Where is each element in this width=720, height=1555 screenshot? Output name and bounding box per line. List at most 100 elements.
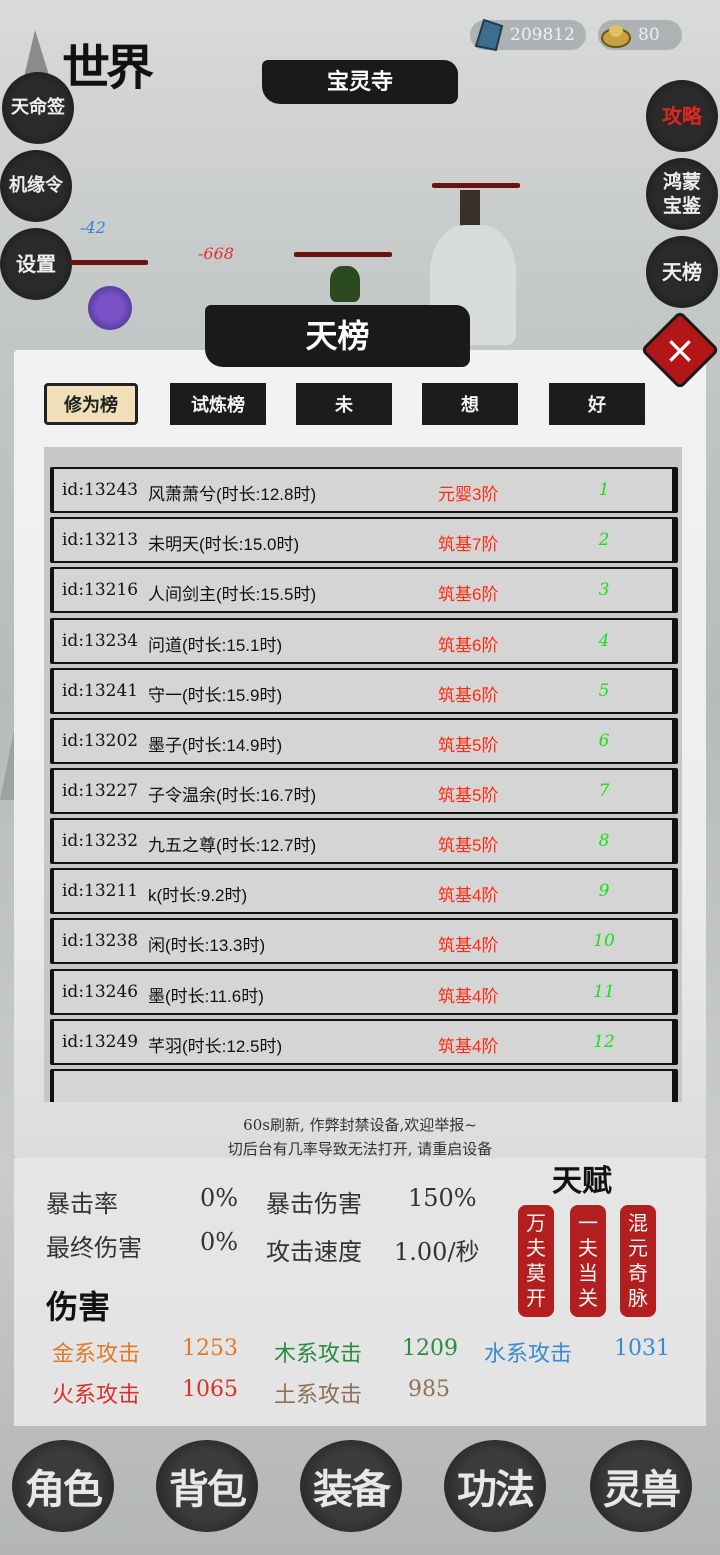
player-id: id:13246: [62, 982, 139, 1002]
player-name: 墨(时长:11.6时): [148, 987, 264, 1006]
fate-lot-button[interactable]: 天命签: [2, 72, 74, 144]
nav-bag[interactable]: 背包: [156, 1440, 258, 1532]
rank-number: 4: [598, 631, 610, 651]
crystal-counter: 209812: [470, 18, 586, 52]
hongmeng-book-label: 鸿蒙宝鉴: [662, 171, 701, 217]
player-name: 芊羽(时长:12.5时): [148, 1037, 283, 1056]
gold-ingot-icon: [601, 25, 631, 48]
rank-number: 5: [598, 681, 610, 701]
enemy-hp-bar: [432, 183, 520, 188]
crit-rate-value: 0%: [200, 1184, 239, 1212]
crit-damage-value: 150%: [408, 1184, 477, 1212]
water-attack-label: 水系攻击: [484, 1342, 573, 1367]
nav-character[interactable]: 角色: [12, 1440, 114, 1532]
rank-number: 1: [598, 480, 610, 500]
cultivation-level: 筑基4阶: [438, 936, 499, 955]
table-row[interactable]: id:13238 闲(时长:13.3时) 筑基4阶 10: [50, 918, 678, 964]
blue-crystal-icon: [474, 18, 504, 52]
table-row[interactable]: id:13232 九五之尊(时长:12.7时) 筑基5阶 8: [50, 818, 678, 864]
rank-number: 7: [598, 781, 610, 801]
wood-attack-value: 1209: [402, 1336, 458, 1361]
player-id: id:13216: [62, 580, 139, 600]
player-id: id:13232: [62, 831, 139, 851]
close-icon: ×: [664, 328, 696, 372]
talent-item[interactable]: 一夫当关: [570, 1205, 606, 1317]
player-character: [88, 286, 132, 330]
enemy-monster: [330, 266, 360, 302]
player-id: id:13211: [62, 881, 139, 901]
opportunity-token-button[interactable]: 机缘令: [0, 150, 72, 222]
cultivation-level: 筑基5阶: [438, 836, 499, 855]
rank-number: 8: [598, 831, 610, 851]
talent-item[interactable]: 混元奇脉: [620, 1205, 656, 1317]
rank-number: 10: [593, 931, 615, 951]
player-name: 闲(时长:13.3时): [148, 936, 266, 955]
table-row[interactable]: id:13246 墨(时长:11.6时) 筑基4阶 11: [50, 969, 678, 1015]
guide-button[interactable]: 攻略: [646, 80, 718, 152]
water-attack-value: 1031: [614, 1336, 670, 1361]
cultivation-level: 筑基5阶: [438, 736, 499, 755]
tab-placeholder-2[interactable]: 想: [422, 383, 518, 425]
refresh-tip: 60s刷新, 作弊封禁设备,欢迎举报~: [243, 1116, 477, 1134]
player-id: id:13213: [62, 530, 139, 550]
location-banner[interactable]: 宝灵寺: [262, 60, 458, 104]
talent-title: 天赋: [552, 1164, 612, 1199]
talent-item[interactable]: 万夫莫开: [518, 1205, 554, 1317]
nav-skills[interactable]: 功法: [444, 1440, 546, 1532]
tab-cultivation-rank[interactable]: 修为榜: [44, 383, 138, 425]
player-id: id:13241: [62, 681, 139, 701]
player-name: 风萧萧兮(时长:12.8时): [148, 485, 317, 504]
rank-number: 12: [593, 1032, 615, 1052]
tab-placeholder-1[interactable]: 未: [296, 383, 392, 425]
damage-section-title: 伤害: [46, 1288, 111, 1326]
table-row[interactable]: id:13216 人间剑主(时长:15.5时) 筑基6阶 3: [50, 567, 678, 613]
cultivation-level: 元婴3阶: [438, 485, 499, 504]
ranking-list[interactable]: id:13243 风萧萧兮(时长:12.8时) 元婴3阶 1 id:13213 未明天(…: [44, 447, 682, 1102]
table-row[interactable]: [50, 1069, 678, 1102]
enemy-hp-bar: [70, 260, 148, 265]
rank-number: 9: [598, 881, 610, 901]
table-row[interactable]: id:13213 未明天(时长:15.0时) 筑基7阶 2: [50, 517, 678, 563]
player-id: id:13249: [62, 1032, 139, 1052]
player-name: 子令温余(时长:16.7时): [148, 786, 317, 805]
table-row[interactable]: id:13211 k(时长:9.2时) 筑基4阶 9: [50, 868, 678, 914]
crit-damage-label: 暴击伤害: [266, 1190, 362, 1218]
gold-count: 80: [638, 25, 660, 45]
cultivation-level: 筑基4阶: [438, 886, 499, 905]
metal-attack-value: 1253: [182, 1336, 238, 1361]
cultivation-level: 筑基7阶: [438, 535, 499, 554]
nav-spirit-beast[interactable]: 灵兽: [590, 1440, 692, 1532]
table-row[interactable]: id:13234 问道(时长:15.1时) 筑基6阶 4: [50, 618, 678, 664]
crit-rate-label: 暴击率: [46, 1190, 118, 1218]
cultivation-level: 筑基6阶: [438, 686, 499, 705]
player-id: id:13202: [62, 731, 139, 751]
enemy-hp-bar: [294, 252, 392, 257]
damage-number: -42: [80, 218, 106, 237]
tab-placeholder-3[interactable]: 好: [549, 383, 645, 425]
hongmeng-book-button[interactable]: 鸿蒙宝鉴: [646, 158, 718, 230]
tab-trial-rank[interactable]: 试炼榜: [170, 383, 266, 425]
table-row[interactable]: id:13227 子令温余(时长:16.7时) 筑基5阶 7: [50, 768, 678, 814]
final-damage-value: 0%: [200, 1228, 239, 1256]
attack-speed-label: 攻击速度: [266, 1238, 362, 1266]
table-row[interactable]: id:13249 芊羽(时长:12.5时) 筑基4阶 12: [50, 1019, 678, 1065]
cultivation-level: 筑基6阶: [438, 585, 499, 604]
cultivation-level: 筑基5阶: [438, 786, 499, 805]
player-id: id:13234: [62, 631, 139, 651]
rank-number: 11: [593, 982, 615, 1002]
table-row[interactable]: id:13241 守一(时长:15.9时) 筑基6阶 5: [50, 668, 678, 714]
cultivation-level: 筑基4阶: [438, 987, 499, 1006]
rank-number: 2: [598, 530, 610, 550]
cultivation-level: 筑基6阶: [438, 636, 499, 655]
player-name: k(时长:9.2时): [148, 886, 248, 905]
world-title: 世界: [62, 40, 154, 96]
nav-equipment[interactable]: 装备: [300, 1440, 402, 1532]
wood-attack-label: 木系攻击: [274, 1342, 363, 1367]
table-row[interactable]: id:13243 风萧萧兮(时长:12.8时) 元婴3阶 1: [50, 467, 678, 513]
player-name: 问道(时长:15.1时): [148, 636, 283, 655]
player-id: id:13227: [62, 781, 139, 801]
player-name: 墨子(时长:14.9时): [148, 736, 283, 755]
settings-button[interactable]: 设置: [0, 228, 72, 300]
heaven-rank-button[interactable]: 天榜: [646, 236, 718, 308]
table-row[interactable]: id:13202 墨子(时长:14.9时) 筑基5阶 6: [50, 718, 678, 764]
